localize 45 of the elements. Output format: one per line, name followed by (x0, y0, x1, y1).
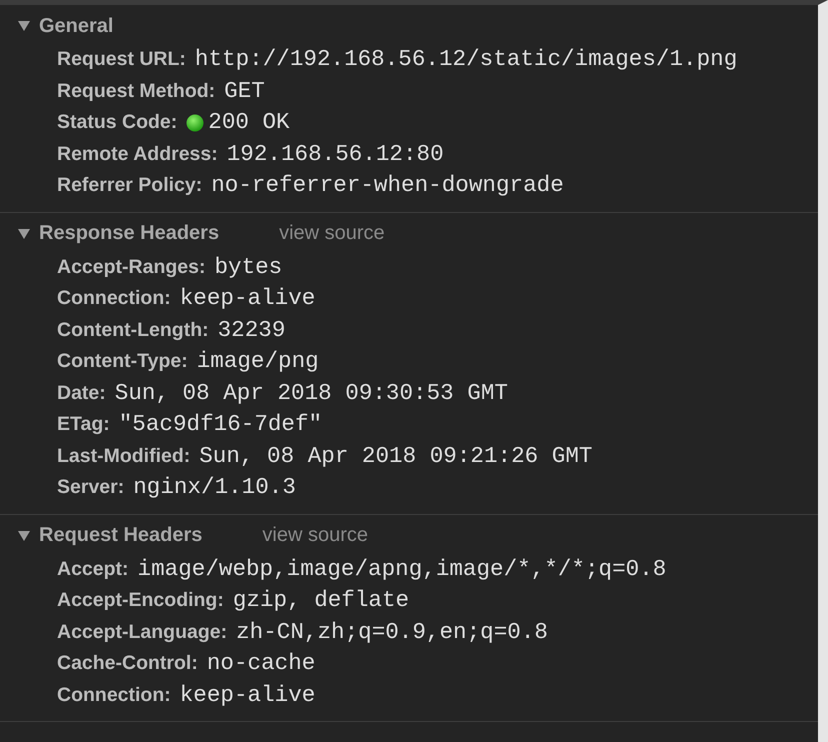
header-value: image/webp,image/apng,image/*,*/*;q=0.8 (138, 554, 668, 584)
header-name: Cache-Control: (57, 651, 198, 676)
header-value: 200 OK (208, 108, 291, 137)
header-value: 32239 (218, 316, 286, 344)
header-name: Content-Type: (57, 349, 188, 374)
header-name: Accept-Encoding: (57, 588, 224, 613)
header-value: zh-CN,zh;q=0.9,en;q=0.8 (236, 618, 549, 646)
header-value: http://192.168.56.12/static/images/1.png (194, 45, 738, 74)
header-name: Referrer Policy: (57, 173, 202, 198)
header-name: Request URL: (57, 47, 186, 72)
header-value: Sun, 08 Apr 2018 09:21:26 GMT (199, 442, 594, 470)
header-value: nginx/1.10.3 (133, 473, 297, 502)
expand-arrow-icon[interactable] (17, 20, 31, 32)
header-value: no-referrer-when-downgrade (211, 171, 565, 200)
header-value: gzip, deflate (232, 586, 410, 615)
header-name: ETag: (57, 412, 110, 437)
header-value: GET (224, 76, 266, 106)
header-value: bytes (214, 252, 284, 282)
header-name: Accept-Language: (57, 620, 228, 644)
view-source-link[interactable]: view source (279, 222, 385, 245)
header-value: 192.168.56.12:80 (226, 140, 445, 168)
header-name: Request Method: (57, 78, 216, 104)
header-name: Server: (57, 475, 124, 500)
header-name: Last-Modified: (57, 444, 190, 468)
header-name: Content-Length: (57, 318, 209, 342)
header-value: Sun, 08 Apr 2018 09:30:53 GMT (114, 378, 509, 408)
expand-arrow-icon[interactable] (17, 530, 31, 542)
header-name: Remote Address: (57, 142, 218, 166)
header-name: Connection: (57, 682, 171, 708)
header-value: "5ac9df16-7def" (118, 410, 324, 439)
section-title[interactable]: Response Headers (39, 222, 220, 245)
header-value: image/png (196, 347, 320, 376)
header-value: keep-alive (180, 680, 316, 710)
section-title[interactable]: Request Headers (39, 524, 202, 547)
header-name: Connection: (57, 286, 171, 311)
header-name: Accept: (57, 556, 129, 582)
section-title[interactable]: General (39, 14, 114, 38)
header-name: Accept-Ranges: (57, 254, 206, 280)
expand-arrow-icon[interactable] (17, 228, 31, 240)
header-name: Status Code: (57, 110, 178, 135)
header-name: Date: (57, 380, 106, 406)
header-value: keep-alive (180, 284, 316, 313)
view-source-link[interactable]: view source (262, 524, 368, 547)
status-dot-icon (186, 114, 204, 132)
header-value: no-cache (206, 649, 316, 678)
